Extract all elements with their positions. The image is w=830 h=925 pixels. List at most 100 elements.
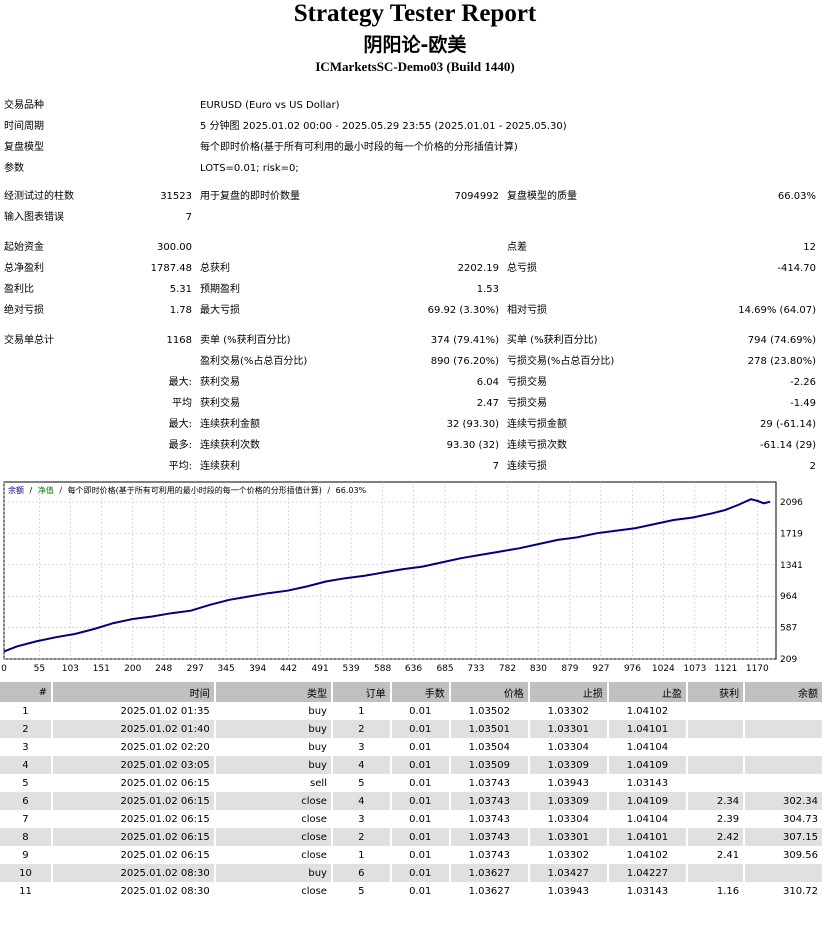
column-header: 手数: [389, 682, 450, 702]
max-dd-value: 69.92 (3.30%): [427, 305, 499, 316]
table-cell: 1.03302: [527, 702, 608, 720]
x-tick-label: 103: [62, 664, 79, 674]
table-cell: 1.03143: [606, 882, 687, 900]
table-cell: 1.03309: [527, 792, 608, 810]
rel-dd-value: 14.69% (64.07): [738, 305, 816, 316]
short-label: 卖单 (%获利百分比): [200, 335, 291, 346]
legend-equity: 净值: [38, 485, 54, 495]
table-cell: 4: [0, 756, 52, 774]
table-cell: 1.04101: [606, 720, 687, 738]
gross-loss-value: -414.70: [777, 263, 816, 274]
x-tick-label: 830: [530, 664, 547, 674]
max-cons-loss-value: 29 (-61.14): [760, 419, 816, 430]
column-header: 获利: [685, 682, 745, 702]
largest-loss-label: 亏损交易: [507, 377, 547, 388]
model-label: 复盘模型: [4, 142, 44, 153]
y-axis-labels: 209 587 964 1341 1719 2096: [780, 498, 803, 665]
avg-win-value: 2.47: [476, 398, 499, 409]
table-cell: 1.03743: [448, 810, 529, 828]
table-cell: 2025.01.02 08:30: [50, 864, 215, 882]
table-cell: [743, 720, 822, 738]
table-cell: 309.56: [743, 846, 822, 864]
table-cell: [743, 864, 822, 882]
table-cell: 1.03743: [448, 774, 529, 792]
table-cell: 1.04104: [606, 810, 687, 828]
table-cell: 1.03743: [448, 846, 529, 864]
gross-loss-label: 总亏损: [507, 263, 537, 274]
table-cell: 2025.01.02 06:15: [50, 810, 215, 828]
model-value: 每个即时价格(基于所有可利用的最小时段的每一个价格的分形插值计算): [200, 142, 518, 153]
symbol-row: 交易品种 EURUSD (Euro vs US Dollar): [0, 97, 830, 115]
table-row: 1 2025.01.02 01:35 buy 1 0.01 1.03502 1.03302 1…: [0, 702, 822, 720]
table-cell: 1.03309: [527, 756, 608, 774]
table-cell: 1.03504: [448, 738, 529, 756]
max-cons-win-value: 32 (93.30): [446, 419, 499, 430]
loss-label: 亏损交易(%占总百分比): [507, 356, 615, 367]
table-cell: 310.72: [743, 882, 822, 900]
x-tick-label: 0: [1, 664, 7, 674]
table-cell: 5: [330, 774, 391, 792]
report-title: Strategy Tester Report: [293, 0, 537, 27]
table-cell: 2025.01.02 06:15: [50, 774, 215, 792]
ea-name: 阴阳论-欧美: [363, 34, 467, 56]
table-row: 6 2025.01.02 06:15 close 4 0.01 1.03743 1.0330…: [0, 792, 822, 810]
table-cell: buy: [213, 720, 332, 738]
table-cell: close: [213, 792, 332, 810]
table-cell: 0.01: [389, 810, 450, 828]
long-value: 794 (74.69%): [747, 335, 816, 346]
table-cell: 2.42: [685, 828, 745, 846]
y-tick-label: 209: [780, 655, 797, 665]
column-header: 类型: [213, 682, 332, 702]
x-tick-label: 394: [249, 664, 266, 674]
total-trades-label: 交易单总计: [4, 335, 54, 346]
abs-dd-label: 绝对亏损: [4, 305, 44, 316]
table-cell: 4: [330, 792, 391, 810]
table-row: 4 2025.01.02 03:05 buy 4 0.01 1.03509 1.03309 1…: [0, 756, 822, 774]
average-prefix: 平均: [172, 398, 192, 409]
table-cell: 5: [330, 882, 391, 900]
table-cell: 2025.01.02 08:30: [50, 882, 215, 900]
long-label: 买单 (%获利百分比): [507, 335, 598, 346]
expected-label: 预期盈利: [200, 284, 240, 295]
pf-label: 盈利比: [4, 284, 34, 295]
table-cell: 2025.01.02 06:15: [50, 846, 215, 864]
x-tick-label: 588: [374, 664, 391, 674]
x-axis-labels: 0 55 103 151 200 248 297 345 394 442 491 539 588 636 6…: [1, 664, 769, 674]
table-cell: [743, 774, 822, 792]
symbol-value: EURUSD (Euro vs US Dollar): [200, 100, 340, 111]
table-cell: 2025.01.02 06:15: [50, 792, 215, 810]
table-cell: [743, 756, 822, 774]
period-label: 时间周期: [4, 121, 44, 132]
x-tick-label: 1170: [746, 664, 769, 674]
y-tick-label: 1719: [780, 529, 803, 539]
gross-profit-value: 2202.19: [457, 263, 499, 274]
largest-prefix: 最大:: [168, 377, 192, 388]
y-tick-label: 964: [780, 592, 797, 602]
table-cell: 2025.01.02 06:15: [50, 828, 215, 846]
table-cell: 7: [22, 813, 29, 825]
table-cell: 1.03302: [527, 846, 608, 864]
table-cell: 2025.01.02 03:05: [50, 756, 215, 774]
drawdown-row: 绝对亏损 1.78 最大亏损 69.92 (3.30%) 相对亏损 14.69%…: [0, 302, 830, 320]
period-value: 5 分钟图 2025.01.02 00:00 - 2025.05.29 23:5…: [200, 121, 567, 132]
table-cell: 0.01: [389, 774, 450, 792]
table-cell: 1.03743: [448, 828, 529, 846]
most-cons-row: 最多: 连续获利次数 93.30 (32) 连续亏损次数 -61.14 (29): [0, 437, 830, 455]
table-cell: 1.03301: [527, 828, 608, 846]
gross-profit-label: 总获利: [200, 263, 230, 274]
table-cell: 0.01: [389, 882, 450, 900]
y-tick-label: 1341: [780, 561, 803, 571]
legend-sep-2: /: [59, 486, 62, 495]
table-cell: close: [213, 846, 332, 864]
table-header: # 时间 类型 订单 手数 价格 止损 止盈 获利 余额: [0, 682, 822, 702]
chart-legend: 余额 / 净值 / 每个即时价格(基于所有可利用的最小时段的每一个价格的分形插值…: [8, 485, 367, 495]
table-cell: 1.04109: [606, 792, 687, 810]
x-tick-label: 1024: [652, 664, 675, 674]
table-cell: 0.01: [389, 756, 450, 774]
table-cell: 2025.01.02 02:20: [50, 738, 215, 756]
column-header: 价格: [448, 682, 529, 702]
max-dd-label: 最大亏损: [200, 305, 240, 316]
table-cell: buy: [213, 702, 332, 720]
bars-value: 31523: [160, 191, 192, 202]
x-tick-label: 733: [467, 664, 484, 674]
